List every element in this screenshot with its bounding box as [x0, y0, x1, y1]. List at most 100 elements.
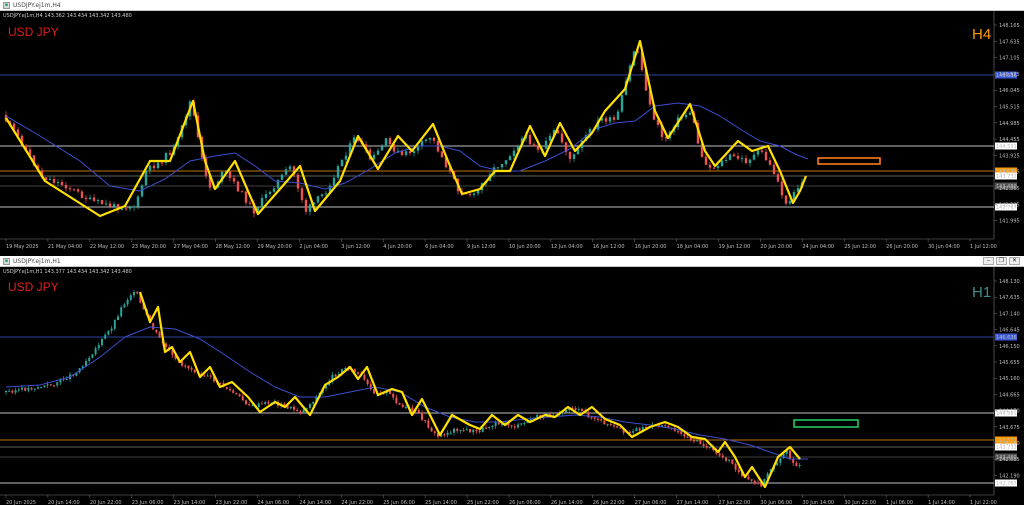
candle-body: [148, 165, 152, 171]
candle-body: [8, 390, 11, 392]
candle-body: [718, 453, 721, 456]
candle-body: [513, 426, 516, 428]
price-tick-label: 142.865: [999, 186, 1020, 192]
candle-body: [261, 403, 263, 405]
time-tick-label: 24 Jun 06:00: [257, 500, 289, 505]
candle-body: [229, 388, 231, 391]
candle-body: [784, 195, 788, 204]
candle-body: [568, 151, 572, 159]
time-tick-label: 26 Jun 06:00: [509, 500, 541, 505]
candle-body: [165, 343, 167, 347]
candle-body: [708, 164, 712, 168]
time-tick-label: 26 Jun 22:00: [593, 500, 625, 505]
candle-body: [110, 328, 113, 331]
price-tick-label: 142.685: [999, 457, 1020, 463]
candle-body: [168, 153, 172, 155]
candle-body: [80, 191, 84, 198]
window-title-h1: USDJPY.ej1m,H1: [13, 257, 61, 265]
price-chart-h1[interactable]: 146.636144.591143.872143.732143.480142.7…: [0, 267, 1024, 505]
timeframe-label: H4: [972, 26, 991, 43]
candle-body: [14, 390, 17, 393]
candle-body: [53, 385, 55, 387]
chart-window-h1[interactable]: ▪ USDJPY.ej1m,H1 ‒ ❐ ✕ 146.636 144.591 143…: [0, 256, 1024, 505]
candle-body: [449, 432, 452, 434]
candle-body: [316, 196, 320, 203]
candle-body: [369, 384, 372, 390]
candle-body: [536, 146, 540, 150]
candle-body: [91, 354, 94, 358]
minimize-button[interactable]: ‒: [983, 257, 994, 265]
candle-body: [620, 95, 624, 112]
candle-body: [430, 427, 433, 432]
candle-body: [124, 208, 128, 210]
candle-body: [500, 164, 504, 168]
candle-body: [152, 165, 156, 169]
time-tick-label: 2 Jun 04:00: [299, 244, 328, 250]
candle-body: [302, 409, 305, 413]
time-tick-label: 23 Jun 06:00: [132, 500, 164, 505]
candle-body: [574, 407, 577, 410]
candle-body: [43, 385, 46, 387]
candle-body: [366, 379, 369, 385]
time-tick-label: 4 Jun 20:00: [383, 244, 412, 250]
time-tick-label: 30 Jun 14:00: [802, 500, 834, 505]
candle-body: [752, 154, 756, 160]
candle-body: [433, 431, 436, 434]
candle-body: [65, 378, 68, 380]
candle-body: [704, 156, 708, 165]
candle-body: [244, 191, 248, 203]
price-tick-label: 141.995: [999, 219, 1020, 225]
time-tick-label: 19 May 2025: [6, 244, 39, 250]
candle-body: [24, 387, 27, 391]
candle-body: [133, 292, 135, 296]
time-tick-label: 1 Jul 22:00: [970, 500, 997, 505]
candle-body: [748, 159, 752, 163]
candle-body: [798, 465, 801, 467]
candle-body: [56, 182, 60, 184]
price-chart-h4[interactable]: 146.636144.591143.872143.732143.480142.7…: [0, 11, 1024, 252]
candle-body: [712, 167, 716, 169]
candle-body: [772, 164, 776, 175]
candle-body: [17, 389, 20, 391]
candle-body: [398, 403, 401, 405]
window-titlebar-h4[interactable]: ▪ USDJPY.ej1m,H4: [0, 0, 1024, 11]
candle-body: [421, 412, 423, 421]
candle-body: [94, 348, 97, 355]
candle-body: [494, 422, 497, 426]
candle-body: [104, 334, 107, 339]
candle-body: [136, 292, 139, 294]
candle-body: [737, 469, 740, 472]
candle-body: [740, 158, 744, 160]
window-titlebar-h1[interactable]: ▪ USDJPY.ej1m,H1 ‒ ❐ ✕: [0, 256, 1024, 267]
candle-body: [462, 429, 465, 431]
candle-body: [332, 177, 336, 186]
candle-body: [96, 200, 100, 202]
chart-window-h4[interactable]: ▪ USDJPY.ej1m,H4 146.636 144.591 143.872 14…: [0, 0, 1024, 252]
candle-body: [632, 430, 635, 433]
candle-body: [446, 432, 449, 436]
candle-body: [88, 357, 91, 362]
candle-body: [744, 158, 748, 163]
candle-body: [72, 189, 76, 191]
candle-body: [424, 420, 427, 422]
time-tick-label: 26 Jun 14:00: [551, 500, 583, 505]
time-tick-label: 22 May 12:00: [90, 244, 124, 250]
candle-body: [126, 299, 129, 305]
candle-body: [780, 181, 784, 196]
time-tick-label: 24 Jun 14:00: [299, 500, 331, 505]
restore-button[interactable]: ❐: [996, 257, 1007, 265]
candle-body: [46, 384, 49, 386]
candle-body: [304, 199, 308, 212]
candle-body: [404, 151, 408, 155]
close-button[interactable]: ✕: [1009, 257, 1020, 265]
candle-body: [68, 188, 72, 190]
candle-body: [60, 182, 64, 186]
candle-body: [684, 114, 688, 118]
candle-body: [283, 403, 286, 406]
candle-body: [693, 440, 695, 442]
candle-body: [616, 425, 619, 428]
price-tick-label: 147.105: [999, 56, 1020, 62]
candle-body: [21, 387, 23, 390]
candle-body: [572, 154, 576, 159]
candle-body: [193, 369, 196, 373]
